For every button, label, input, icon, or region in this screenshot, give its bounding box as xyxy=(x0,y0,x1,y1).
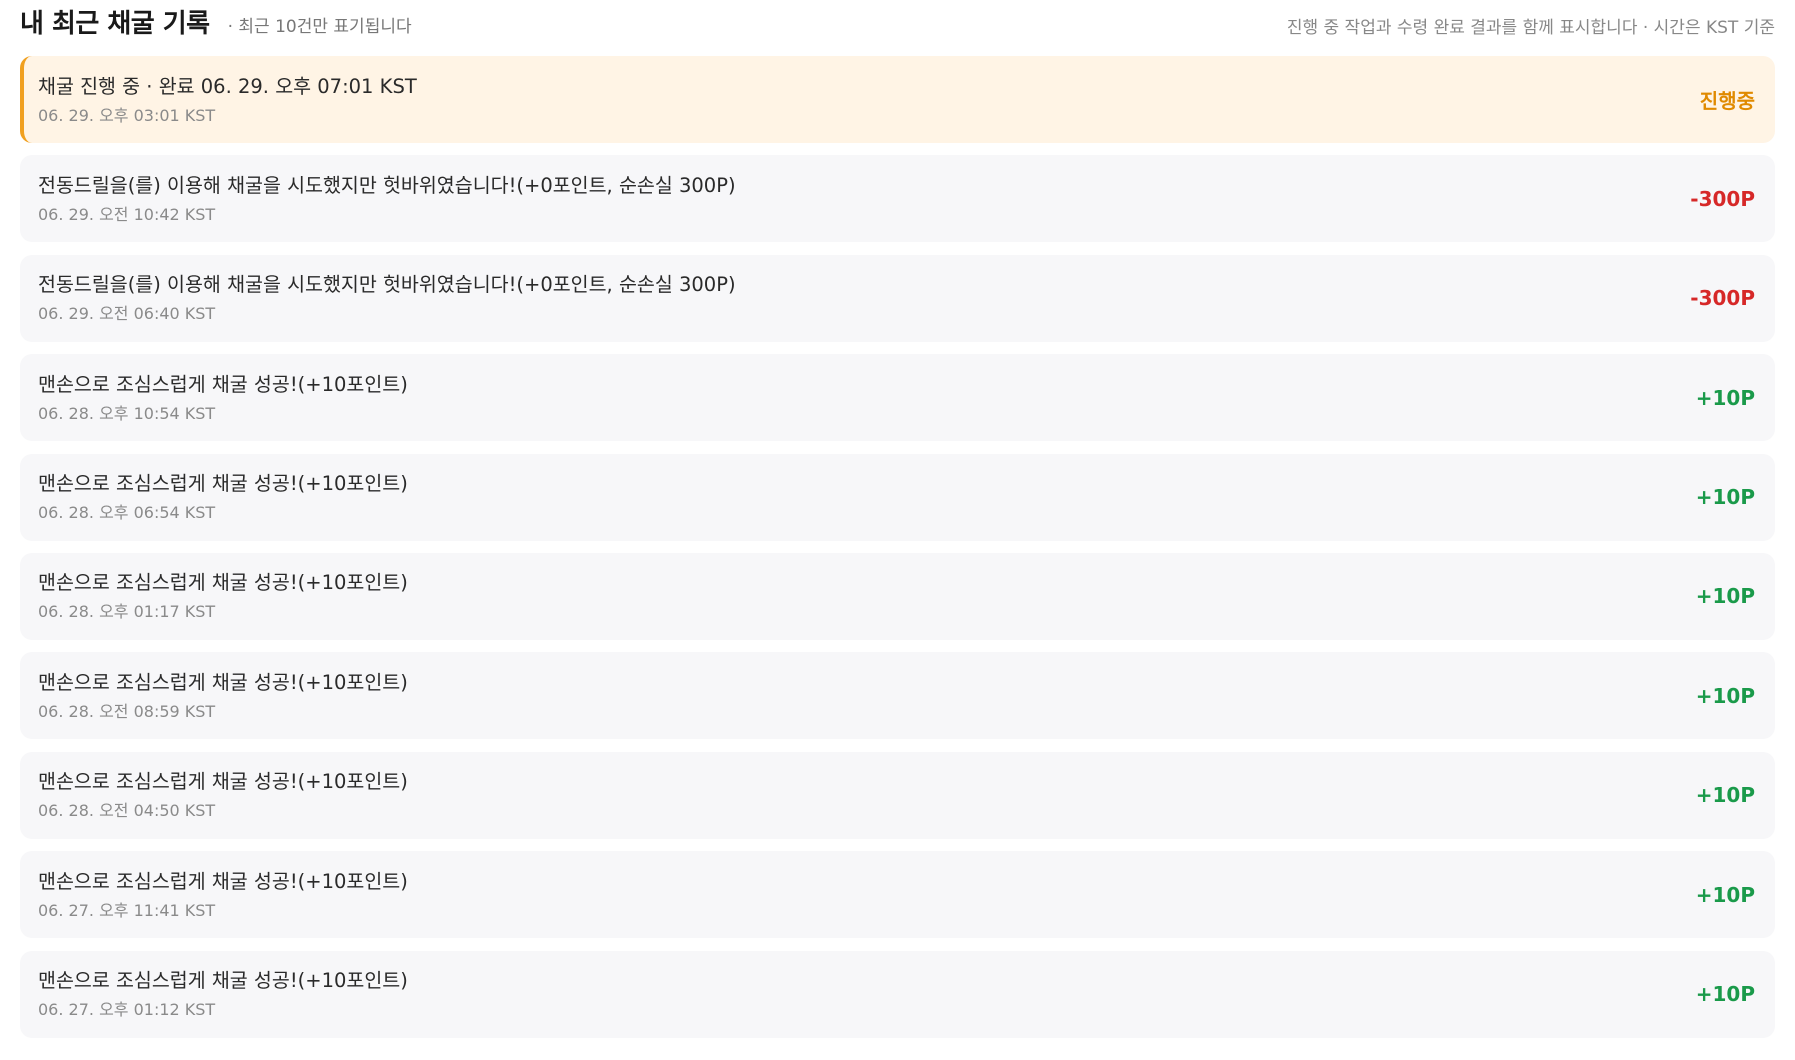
record-row: 전동드릴을(를) 이용해 채굴을 시도했지만 헛바위였습니다!(+0포인트, 순… xyxy=(20,254,1775,342)
record-text: 맨손으로 조심스럽게 채굴 성공!(+10포인트) 06. 28. 오전 08:… xyxy=(38,670,408,722)
panel-header: 내 최근 채굴 기록 · 최근 10건만 표기됩니다 진행 중 작업과 수령 완… xyxy=(20,0,1775,40)
record-text: 채굴 진행 중 · 완료 06. 29. 오후 07:01 KST 06. 29… xyxy=(38,74,417,126)
record-amount: +10P xyxy=(1695,783,1755,808)
record-title: 맨손으로 조심스럽게 채굴 성공!(+10포인트) xyxy=(38,372,408,396)
record-title: 전동드릴을(를) 이용해 채굴을 시도했지만 헛바위였습니다!(+0포인트, 순… xyxy=(38,273,736,297)
mining-history-panel: 내 최근 채굴 기록 · 최근 10건만 표기됩니다 진행 중 작업과 수령 완… xyxy=(0,0,1795,1060)
record-time: 06. 29. 오전 10:42 KST xyxy=(38,204,216,224)
record-title: 맨손으로 조심스럽게 채굴 성공!(+10포인트) xyxy=(38,670,408,694)
record-title: 맨손으로 조심스럽게 채굴 성공!(+10포인트) xyxy=(38,472,408,496)
record-amount: -300P xyxy=(1690,186,1755,211)
record-row: 맨손으로 조심스럽게 채굴 성공!(+10포인트) 06. 28. 오후 06:… xyxy=(20,453,1775,541)
record-text: 맨손으로 조심스럽게 채굴 성공!(+10포인트) 06. 27. 오후 11:… xyxy=(38,869,408,921)
record-row: 맨손으로 조심스럽게 채굴 성공!(+10포인트) 06. 27. 오후 01:… xyxy=(20,950,1775,1038)
record-title: 전동드릴을(를) 이용해 채굴을 시도했지만 헛바위였습니다!(+0포인트, 순… xyxy=(38,173,736,197)
record-status-badge: 진행중 xyxy=(1699,89,1755,113)
record-title: 맨손으로 조심스럽게 채굴 성공!(+10포인트) xyxy=(38,571,408,595)
record-amount: -300P xyxy=(1690,286,1755,311)
record-time: 06. 28. 오후 10:54 KST xyxy=(38,403,216,423)
record-title: 채굴 진행 중 · 완료 06. 29. 오후 07:01 KST xyxy=(38,74,417,98)
record-amount: +10P xyxy=(1695,584,1755,609)
record-text: 맨손으로 조심스럽게 채굴 성공!(+10포인트) 06. 28. 오후 10:… xyxy=(38,372,408,424)
record-text: 전동드릴을(를) 이용해 채굴을 시도했지만 헛바위였습니다!(+0포인트, 순… xyxy=(38,173,736,225)
record-time: 06. 28. 오전 04:50 KST xyxy=(38,801,216,821)
record-text: 맨손으로 조심스럽게 채굴 성공!(+10포인트) 06. 28. 오후 06:… xyxy=(38,471,408,523)
record-text: 맨손으로 조심스럽게 채굴 성공!(+10포인트) 06. 28. 오후 01:… xyxy=(38,570,408,622)
record-row: 맨손으로 조심스럽게 채굴 성공!(+10포인트) 06. 28. 오전 04:… xyxy=(20,751,1775,839)
page-title: 내 최근 채굴 기록 xyxy=(20,9,210,39)
header-left: 내 최근 채굴 기록 · 최근 10건만 표기됩니다 xyxy=(20,3,412,40)
record-title: 맨손으로 조심스럽게 채굴 성공!(+10포인트) xyxy=(38,869,408,893)
record-amount: +10P xyxy=(1695,485,1755,510)
record-time: 06. 28. 오후 01:17 KST xyxy=(38,602,216,622)
header-note: 진행 중 작업과 수령 완료 결과를 함께 표시합니다 · 시간은 KST 기준 xyxy=(1286,18,1775,38)
record-time: 06. 29. 오후 03:01 KST xyxy=(38,105,216,125)
record-title: 맨손으로 조심스럽게 채굴 성공!(+10포인트) xyxy=(38,969,408,993)
record-row: 맨손으로 조심스럽게 채굴 성공!(+10포인트) 06. 28. 오전 08:… xyxy=(20,652,1775,740)
record-time: 06. 28. 오전 08:59 KST xyxy=(38,701,216,721)
record-amount: +10P xyxy=(1695,683,1755,708)
record-text: 전동드릴을(를) 이용해 채굴을 시도했지만 헛바위였습니다!(+0포인트, 순… xyxy=(38,272,736,324)
record-row: 맨손으로 조심스럽게 채굴 성공!(+10포인트) 06. 27. 오후 11:… xyxy=(20,851,1775,939)
record-row: 채굴 진행 중 · 완료 06. 29. 오후 07:01 KST 06. 29… xyxy=(20,56,1775,143)
record-text: 맨손으로 조심스럽게 채굴 성공!(+10포인트) 06. 28. 오전 04:… xyxy=(38,769,408,821)
record-amount: +10P xyxy=(1695,982,1755,1007)
record-title: 맨손으로 조심스럽게 채굴 성공!(+10포인트) xyxy=(38,770,408,794)
record-time: 06. 29. 오전 06:40 KST xyxy=(38,304,216,324)
record-time: 06. 28. 오후 06:54 KST xyxy=(38,503,216,523)
record-list: 채굴 진행 중 · 완료 06. 29. 오후 07:01 KST 06. 29… xyxy=(20,56,1775,1038)
record-text: 맨손으로 조심스럽게 채굴 성공!(+10포인트) 06. 27. 오후 01:… xyxy=(38,968,408,1020)
record-time: 06. 27. 오후 01:12 KST xyxy=(38,1000,216,1020)
record-time: 06. 27. 오후 11:41 KST xyxy=(38,900,216,920)
record-row: 맨손으로 조심스럽게 채굴 성공!(+10포인트) 06. 28. 오후 10:… xyxy=(20,354,1775,442)
record-amount: +10P xyxy=(1695,385,1755,410)
record-row: 전동드릴을(를) 이용해 채굴을 시도했지만 헛바위였습니다!(+0포인트, 순… xyxy=(20,155,1775,243)
record-amount: +10P xyxy=(1695,882,1755,907)
page-subtitle: · 최근 10건만 표기됩니다 xyxy=(227,17,412,37)
record-row: 맨손으로 조심스럽게 채굴 성공!(+10포인트) 06. 28. 오후 01:… xyxy=(20,552,1775,640)
